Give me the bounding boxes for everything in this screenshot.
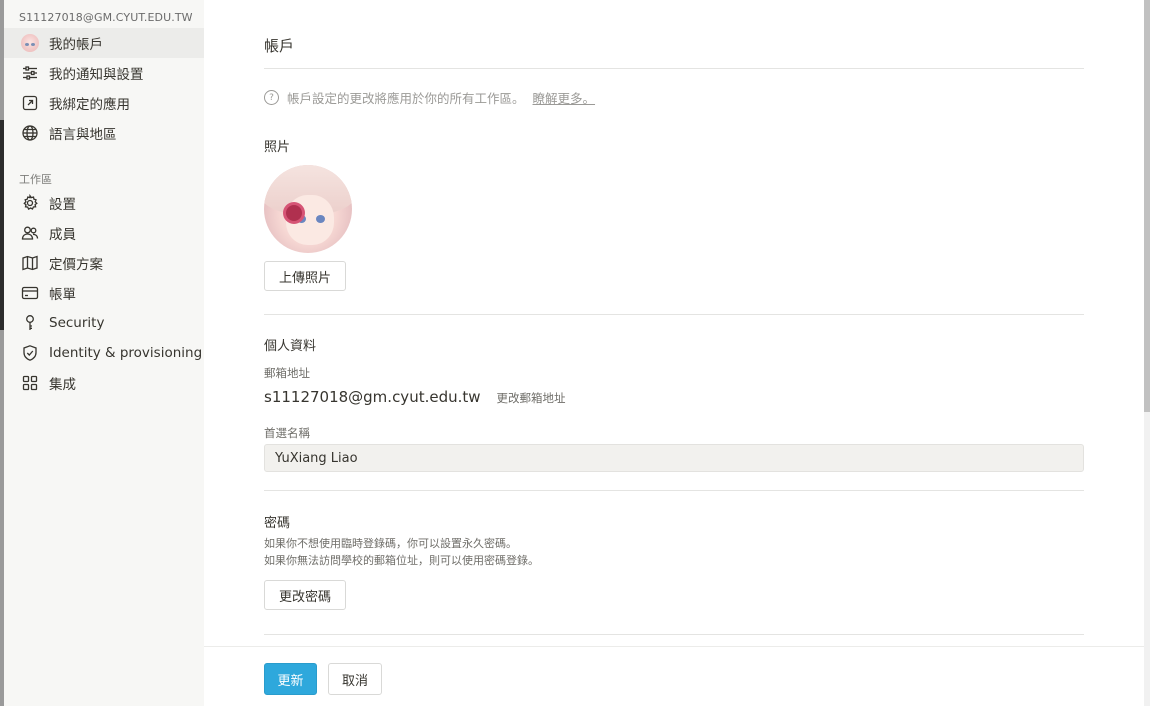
- divider: [264, 314, 1084, 315]
- photo-heading: 照片: [264, 140, 291, 155]
- upload-photo-button[interactable]: 上傳照片: [264, 261, 346, 291]
- divider: [264, 68, 1084, 69]
- credit-card-icon: [20, 283, 40, 303]
- grid-icon: [20, 373, 40, 393]
- sidebar-item-label: 帳單: [49, 287, 76, 303]
- password-heading: 密碼: [264, 516, 291, 531]
- sidebar-item-label: 定價方案: [49, 257, 103, 273]
- scrollbar-thumb[interactable]: [1144, 0, 1150, 412]
- sidebar-item-members[interactable]: 成員: [4, 218, 204, 248]
- shield-check-icon: [20, 343, 40, 363]
- preferred-name-input[interactable]: [264, 444, 1084, 472]
- sidebar-item-notifications[interactable]: 我的通知與設置: [4, 58, 204, 88]
- sidebar-item-label: 集成: [49, 377, 76, 393]
- page-title: 帳戶: [264, 37, 295, 55]
- sidebar-item-label: Identity & provisioning: [49, 345, 203, 361]
- sidebar-item-label: 成員: [49, 227, 76, 243]
- sidebar-item-my-account[interactable]: 我的帳戶: [4, 28, 204, 58]
- sidebar-item-language-region[interactable]: 語言與地區: [4, 118, 204, 148]
- change-password-button[interactable]: 更改密碼: [264, 580, 346, 610]
- name-label: 首選名稱: [264, 426, 310, 440]
- email-value: s11127018@gm.cyut.edu.tw: [264, 388, 481, 406]
- sidebar-item-integrations[interactable]: 集成: [4, 368, 204, 398]
- profile-heading: 個人資料: [264, 339, 317, 354]
- password-desc-line: 如果你無法訪問學校的郵箱位址，則可以使用密碼登錄。: [264, 554, 539, 567]
- divider: [264, 634, 1084, 635]
- sidebar-item-identity-provisioning[interactable]: Identity & provisioning: [4, 338, 204, 368]
- settings-sidebar: S11127018@GM.CYUT.EDU.TW 我的帳戶 我的通知與設置 我綁…: [4, 0, 204, 706]
- sidebar-item-label: 語言與地區: [49, 127, 117, 143]
- sidebar-item-label: 我的通知與設置: [49, 67, 144, 83]
- password-desc-line: 如果你不想使用臨時登錄碼，你可以設置永久密碼。: [264, 537, 517, 550]
- footer-bar: 更新 取消: [204, 646, 1144, 707]
- key-icon: [20, 313, 40, 333]
- sidebar-item-label: 我綁定的應用: [49, 97, 130, 113]
- password-description: 如果你不想使用臨時登錄碼，你可以設置永久密碼。 如果你無法訪問學校的郵箱位址，則…: [264, 535, 539, 569]
- sidebar-item-settings[interactable]: 設置: [4, 188, 204, 218]
- email-label: 郵箱地址: [264, 366, 310, 380]
- change-email-link[interactable]: 更改郵箱地址: [497, 390, 566, 406]
- sidebar-item-billing[interactable]: 帳單: [4, 278, 204, 308]
- divider: [264, 490, 1084, 491]
- learn-more-link[interactable]: 瞭解更多。: [533, 88, 596, 107]
- sidebar-item-label: Security: [49, 315, 105, 331]
- external-link-icon: [20, 93, 40, 113]
- sidebar-item-label: 我的帳戶: [49, 37, 103, 53]
- sidebar-item-plans[interactable]: 定價方案: [4, 248, 204, 278]
- sidebar-item-connected-apps[interactable]: 我綁定的應用: [4, 88, 204, 118]
- gear-icon: [20, 193, 40, 213]
- note-text: 帳戶設定的更改將應用於你的所有工作區。: [287, 91, 525, 106]
- cancel-button[interactable]: 取消: [328, 663, 382, 695]
- profile-photo[interactable]: [264, 165, 352, 253]
- avatar-icon: [20, 33, 40, 53]
- help-icon: ?: [264, 90, 279, 105]
- email-row: s11127018@gm.cyut.edu.tw 更改郵箱地址: [264, 388, 566, 406]
- sliders-icon: [20, 63, 40, 83]
- update-button[interactable]: 更新: [264, 663, 317, 695]
- sidebar-item-security[interactable]: Security: [4, 308, 204, 338]
- account-settings-panel: 帳戶 ? 帳戶設定的更改將應用於你的所有工作區。 瞭解更多。 照片 上傳照片 個…: [204, 0, 1144, 707]
- people-icon: [20, 223, 40, 243]
- map-icon: [20, 253, 40, 273]
- scrollbar[interactable]: [1144, 0, 1150, 706]
- globe-icon: [20, 123, 40, 143]
- account-note: ? 帳戶設定的更改將應用於你的所有工作區。 瞭解更多。: [264, 88, 595, 107]
- sidebar-item-label: 設置: [49, 197, 76, 213]
- sidebar-account-email: S11127018@GM.CYUT.EDU.TW: [19, 11, 193, 24]
- sidebar-section-workspace: 工作區: [19, 173, 52, 186]
